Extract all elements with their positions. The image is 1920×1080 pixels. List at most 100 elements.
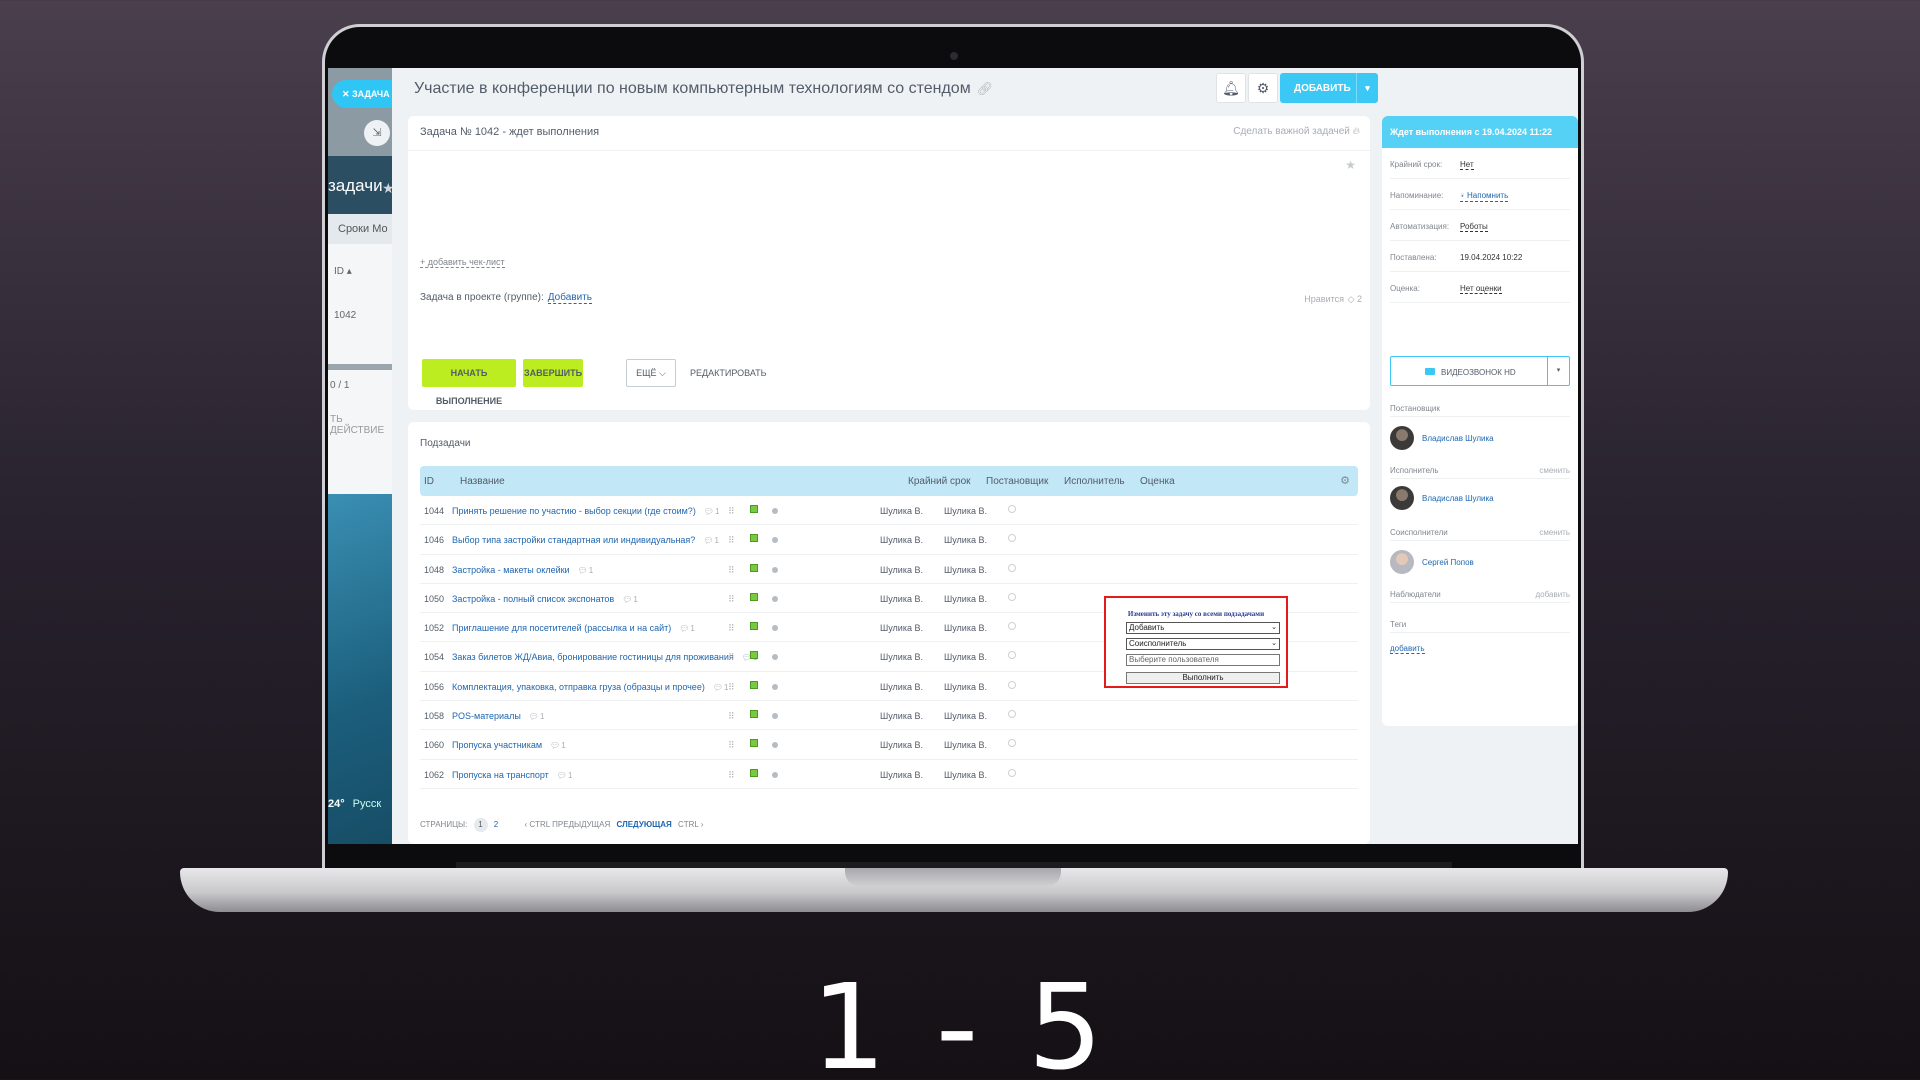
assignee-change-link[interactable]: сменить [1539, 466, 1570, 475]
chevron-down-icon[interactable]: ▾ [1356, 73, 1378, 103]
language-switch[interactable]: Русск [353, 798, 382, 810]
drag-handle-icon[interactable]: ⠿ [728, 740, 735, 751]
row-name-link[interactable]: POS-материалы [452, 711, 521, 721]
prev-page[interactable]: ‹ CTRL ПРЕДЫДУЩАЯ [524, 820, 610, 829]
rating-icon[interactable] [1008, 592, 1016, 603]
rating-icon[interactable] [1008, 563, 1016, 574]
row-creator[interactable]: Шулика В. [880, 711, 923, 721]
finish-button[interactable]: ЗАВЕРШИТЬ [523, 359, 583, 387]
drag-handle-icon[interactable]: ⠿ [728, 682, 735, 693]
user-input[interactable]: Выберите пользователя [1126, 654, 1280, 666]
rating-value[interactable]: Нет оценки [1460, 284, 1502, 294]
row-name-link[interactable]: Комплектация, упаковка, отправка груза (… [452, 682, 705, 692]
collapse-icon[interactable]: ⇲ [364, 120, 390, 146]
bell-button[interactable]: 🔔︎ [1216, 73, 1246, 103]
row-creator[interactable]: Шулика В. [880, 594, 923, 604]
flag-icon[interactable] [750, 505, 758, 515]
drag-handle-icon[interactable]: ⠿ [728, 711, 735, 722]
creator-user[interactable]: Владислав Шулика [1390, 426, 1570, 452]
row-creator[interactable]: Шулика В. [880, 740, 923, 750]
project-add-link[interactable]: Добавить [547, 292, 592, 304]
row-creator[interactable]: Шулика В. [880, 770, 923, 780]
col-id[interactable]: ID [424, 476, 434, 487]
flag-icon[interactable] [750, 768, 758, 779]
row-name-link[interactable]: Заказ билетов ЖД/Авиа, бронирование гост… [452, 652, 734, 662]
table-row[interactable]: 1046 Выбор типа застройки стандартная или… [420, 525, 1358, 555]
row-name-link[interactable]: Пропуска на транспорт [452, 770, 549, 780]
deadline-value[interactable]: Нет [1460, 160, 1474, 170]
row-name-link[interactable]: Приглашение для посетителей (рассылка и … [452, 623, 671, 633]
like-button[interactable]: Нравится [1304, 294, 1344, 304]
coassignee-name[interactable]: Сергей Попов [1422, 558, 1474, 567]
automation-value[interactable]: Роботы [1460, 222, 1488, 232]
drag-handle-icon[interactable]: ⠿ [728, 535, 735, 546]
task-close-tab[interactable]: ✕ ЗАДАЧА [332, 80, 394, 108]
rating-icon[interactable] [1008, 739, 1016, 749]
flag-icon[interactable] [750, 592, 758, 603]
rating-icon[interactable] [1008, 534, 1016, 544]
link-icon[interactable]: 🔗︎ [977, 81, 994, 96]
drag-handle-icon[interactable]: ⠿ [728, 652, 735, 663]
table-row[interactable]: 1058 POS-материалы 💬︎1 ⠿ Шулика В. Шулика В. [420, 701, 1358, 731]
make-important-link[interactable]: Сделать важной задачей 🔥︎ [1233, 126, 1360, 137]
video-call-button[interactable]: ВИДЕОЗВОНОК HD ▾ [1390, 356, 1570, 386]
tags-add-link[interactable]: добавить [1390, 644, 1425, 654]
chevron-down-icon[interactable]: ▾ [1547, 357, 1569, 385]
page-2[interactable]: 2 [494, 820, 498, 829]
table-row[interactable]: 1062 Пропуска на транспорт 💬︎1 ⠿ Шулика В. Шу… [420, 760, 1358, 789]
assignee-name[interactable]: Владислав Шулика [1422, 494, 1494, 503]
row-assignee[interactable]: Шулика В. [944, 770, 987, 780]
row-name-link[interactable]: Принять решение по участию - выбор секци… [452, 506, 696, 516]
more-button[interactable]: ЕЩЁ ⌵ [626, 359, 676, 387]
flag-icon[interactable] [750, 739, 758, 749]
coassignee-user[interactable]: Сергей Попов [1390, 550, 1570, 576]
col-rating[interactable]: Оценка [1140, 476, 1175, 487]
creator-name[interactable]: Владислав Шулика [1422, 434, 1494, 443]
next-page[interactable]: СЛЕДУЮЩАЯ [617, 820, 672, 829]
row-creator[interactable]: Шулика В. [880, 623, 923, 633]
add-button[interactable]: ДОБАВИТЬ ▾ [1280, 73, 1378, 103]
table-settings-icon[interactable]: ⚙ [1340, 474, 1350, 487]
edit-button[interactable]: РЕДАКТИРОВАТЬ [690, 368, 767, 378]
rating-icon[interactable] [1008, 622, 1016, 632]
row-creator[interactable]: Шулика В. [880, 535, 923, 545]
coassignee-change-link[interactable]: сменить [1539, 528, 1570, 537]
role-select[interactable]: Соисполнитель ⌄ [1126, 638, 1280, 650]
table-row[interactable]: 1048 Застройка - макеты оклейки 💬︎1 ⠿ Шулика… [420, 555, 1358, 584]
reminder-value[interactable]: ⍣ Напомнить [1460, 191, 1509, 202]
row-assignee[interactable]: Шулика В. [944, 623, 987, 633]
drag-handle-icon[interactable]: ⠿ [728, 594, 735, 605]
row-name-link[interactable]: Застройка - полный список экспонатов [452, 594, 614, 604]
assignee-user[interactable]: Владислав Шулика [1390, 486, 1570, 512]
row-name-link[interactable]: Выбор типа застройки стандартная или инд… [452, 535, 695, 545]
table-row[interactable]: 1044 Принять решение по участию - выбор с… [420, 496, 1358, 526]
observers-add-link[interactable]: добавить [1535, 590, 1570, 599]
col-creator[interactable]: Постановщик [986, 476, 1048, 487]
row-assignee[interactable]: Шулика В. [944, 682, 987, 692]
drag-handle-icon[interactable]: ⠿ [728, 506, 735, 517]
col-deadline[interactable]: Крайний срок [908, 476, 971, 487]
row-name-link[interactable]: Пропуска участникам [452, 740, 542, 750]
row-name-link[interactable]: Застройка - макеты оклейки [452, 565, 570, 575]
flag-icon[interactable] [750, 534, 758, 544]
flag-icon[interactable] [750, 680, 758, 691]
row-assignee[interactable]: Шулика В. [944, 740, 987, 750]
table-row[interactable]: 1060 Пропуска участникам 💬︎1 ⠿ Шулика В. Шули… [420, 730, 1358, 760]
row-assignee[interactable]: Шулика В. [944, 506, 987, 516]
row-creator[interactable]: Шулика В. [880, 652, 923, 662]
row-creator[interactable]: Шулика В. [880, 565, 923, 575]
flag-icon[interactable] [750, 622, 758, 632]
page-1[interactable]: 1 [473, 818, 488, 832]
start-button[interactable]: НАЧАТЬ ВЫПОЛНЕНИЕ [422, 359, 516, 406]
add-checklist-link[interactable]: + добавить чек-лист [420, 257, 505, 268]
flag-icon[interactable] [750, 710, 758, 720]
drag-handle-icon[interactable]: ⠿ [728, 623, 735, 634]
flag-icon[interactable] [750, 563, 758, 574]
row-assignee[interactable]: Шулика В. [944, 594, 987, 604]
settings-button[interactable]: ⚙ [1248, 73, 1278, 103]
col-name[interactable]: Название [460, 476, 505, 487]
submit-button[interactable]: Выполнить [1126, 672, 1280, 684]
drag-handle-icon[interactable]: ⠿ [728, 565, 735, 576]
col-assignee[interactable]: Исполнитель [1064, 476, 1125, 487]
flag-icon[interactable] [750, 651, 758, 661]
